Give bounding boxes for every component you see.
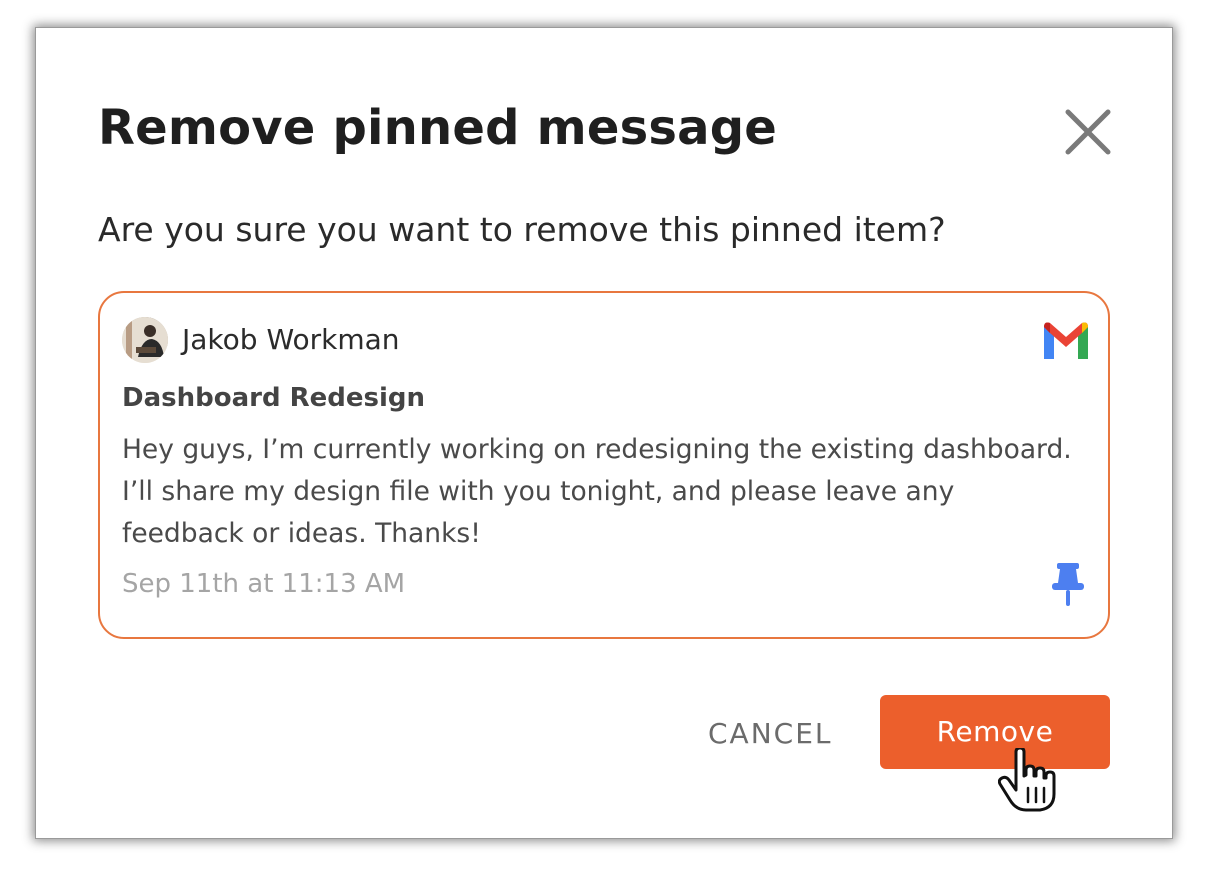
avatar [122, 317, 168, 363]
message-timestamp: Sep 11th at 11:13 AM [122, 569, 406, 599]
remove-button[interactable]: Remove [880, 695, 1110, 769]
pin-icon [1052, 563, 1084, 606]
message-author: Jakob Workman [182, 323, 400, 356]
message-body: Hey guys, I’m currently working on redes… [122, 434, 1072, 549]
pinned-message-card: Jakob Workman Dashboard Redesign Hey guy… [98, 291, 1110, 639]
close-icon [1065, 109, 1111, 155]
dialog-title: Remove pinned message [98, 100, 778, 156]
message-subject: Dashboard Redesign [122, 383, 426, 413]
pin-button[interactable] [1050, 561, 1086, 609]
close-button[interactable] [1060, 104, 1116, 160]
cancel-button[interactable]: CANCEL [708, 712, 848, 756]
page: Remove pinned message Are you sure you w… [0, 0, 1210, 874]
remove-pinned-dialog: Remove pinned message Are you sure you w… [36, 28, 1172, 838]
confirmation-question: Are you sure you want to remove this pin… [98, 210, 946, 249]
gmail-icon [1040, 319, 1092, 359]
